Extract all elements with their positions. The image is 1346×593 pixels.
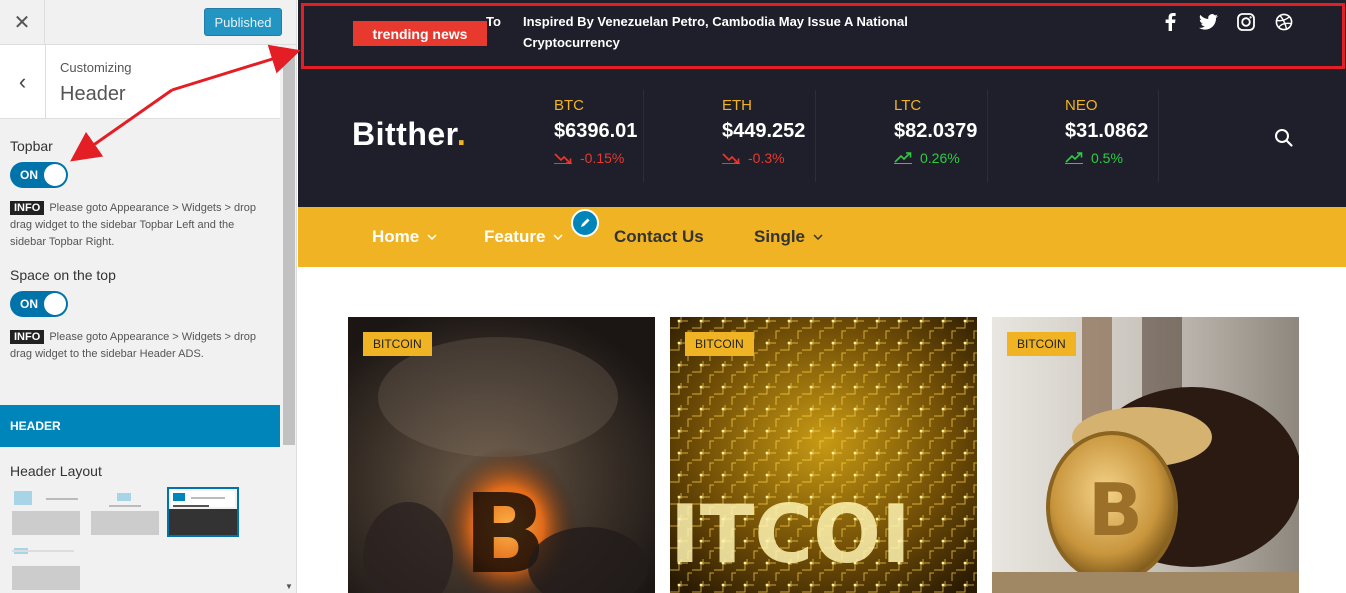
category-tag[interactable]: BITCOIN bbox=[363, 332, 432, 356]
coin-name: NEO bbox=[1065, 97, 1098, 114]
coin-name: BTC bbox=[554, 97, 584, 114]
space-top-toggle[interactable]: ON bbox=[10, 291, 68, 317]
post-card[interactable]: B BITCOIN bbox=[992, 317, 1299, 593]
category-tag[interactable]: BITCOIN bbox=[685, 332, 754, 356]
header-section-title[interactable]: HEADER bbox=[0, 405, 280, 447]
coin-change: 0.26% bbox=[894, 150, 1024, 166]
nav-item-contact[interactable]: Contact Us bbox=[614, 227, 704, 247]
trend-up-icon bbox=[1065, 152, 1083, 164]
trend-down-icon bbox=[554, 153, 572, 164]
back-icon[interactable]: ‹ bbox=[0, 45, 46, 119]
header-layout-option-1[interactable] bbox=[10, 487, 82, 537]
toggle-knob bbox=[44, 164, 66, 186]
coin-ticker-eth: ETH $449.252 -0.3% bbox=[722, 97, 852, 166]
toggle-state-text: ON bbox=[20, 297, 38, 311]
post-thumbnail: ITCOI bbox=[670, 317, 977, 593]
main-nav: Home Feature Contact Us Single bbox=[298, 207, 1346, 267]
sidebar-scrollbar[interactable]: ▼ bbox=[281, 45, 296, 593]
nav-label: Home bbox=[372, 227, 420, 246]
header-layout-option-3[interactable] bbox=[167, 487, 239, 537]
toggle-state-text: ON bbox=[20, 168, 38, 182]
header-layout-option-4[interactable] bbox=[10, 542, 82, 592]
scrollbar-thumb[interactable] bbox=[283, 55, 295, 445]
coin-price: $449.252 bbox=[722, 120, 806, 142]
post-card[interactable]: B BITCOIN bbox=[348, 317, 655, 593]
category-tag[interactable]: BITCOIN bbox=[1007, 332, 1076, 356]
edit-shortcut-pencil-icon[interactable] bbox=[571, 209, 599, 237]
coin-change: -0.15% bbox=[554, 150, 684, 166]
header-layout-label: Header Layout bbox=[10, 463, 102, 479]
info-badge: INFO bbox=[10, 330, 45, 344]
chevron-down-icon bbox=[553, 234, 563, 240]
coin-ticker-neo: NEO $31.0862 0.5% bbox=[1065, 97, 1195, 166]
topbar-info: INFO Please goto Appearance > Widgets > … bbox=[10, 200, 265, 251]
space-top-label: Space on the top bbox=[10, 267, 116, 283]
search-icon[interactable] bbox=[1274, 128, 1296, 150]
site-logo[interactable]: Bitther. bbox=[352, 116, 466, 153]
coin-change: -0.3% bbox=[722, 150, 852, 166]
coin-price: $82.0379 bbox=[894, 120, 978, 142]
chevron-down-icon bbox=[813, 234, 823, 240]
nav-item-single[interactable]: Single bbox=[754, 227, 823, 247]
ticker-divider bbox=[1158, 90, 1159, 182]
nav-item-feature[interactable]: Feature bbox=[484, 227, 563, 247]
scroll-down-arrow-icon[interactable]: ▼ bbox=[285, 582, 293, 591]
logo-dot: . bbox=[456, 116, 467, 152]
topbar-label: Topbar bbox=[10, 138, 53, 154]
svg-text:B: B bbox=[1088, 468, 1143, 552]
logo-text: Bitther bbox=[352, 116, 457, 152]
header-layout-option-2[interactable] bbox=[89, 487, 161, 537]
coin-price: $6396.01 bbox=[554, 120, 638, 142]
space-top-info: INFO Please goto Appearance > Widgets > … bbox=[10, 329, 265, 363]
coin-change: 0.5% bbox=[1065, 150, 1195, 166]
info-text: Please goto Appearance > Widgets > drop … bbox=[10, 331, 257, 360]
customizer-sidebar: ✕ Published ‹ Customizing Header ▼ Topba… bbox=[0, 0, 297, 593]
coin-change-value: 0.5% bbox=[1091, 150, 1123, 166]
info-badge: INFO bbox=[10, 201, 45, 215]
section-heading: ‹ Customizing Header bbox=[0, 45, 280, 119]
info-text: Please goto Appearance > Widgets > drop … bbox=[10, 202, 257, 248]
topbar-highlight-box bbox=[301, 3, 1345, 69]
close-icon[interactable]: ✕ bbox=[0, 0, 45, 45]
section-title: Header bbox=[60, 83, 126, 105]
trend-down-icon bbox=[722, 153, 740, 164]
site-preview: trending news To Inspired By Venezuelan … bbox=[298, 0, 1346, 593]
toggle-knob bbox=[44, 293, 66, 315]
ticker-divider bbox=[815, 90, 816, 182]
publish-button[interactable]: Published bbox=[204, 8, 282, 36]
coin-change-value: -0.3% bbox=[748, 150, 785, 166]
chevron-down-icon bbox=[427, 234, 437, 240]
nav-label: Single bbox=[754, 227, 806, 246]
svg-text:ITCOI: ITCOI bbox=[670, 488, 911, 581]
coin-ticker-btc: BTC $6396.01 -0.15% bbox=[554, 97, 684, 166]
post-card[interactable]: ITCOI BITCOIN bbox=[670, 317, 977, 593]
nav-label: Contact Us bbox=[614, 227, 704, 246]
nav-item-home[interactable]: Home bbox=[372, 227, 437, 247]
coin-change-value: 0.26% bbox=[920, 150, 960, 166]
coin-name: ETH bbox=[722, 97, 752, 114]
trend-up-icon bbox=[894, 152, 912, 164]
nav-label: Feature bbox=[484, 227, 546, 246]
ticker-divider bbox=[643, 90, 644, 182]
post-thumbnail: B bbox=[348, 317, 655, 593]
coin-name: LTC bbox=[894, 97, 922, 114]
coin-ticker-ltc: LTC $82.0379 0.26% bbox=[894, 97, 1024, 166]
coin-change-value: -0.15% bbox=[580, 150, 625, 166]
main-header: Bitther. BTC $6396.01 -0.15% ETH $449.25… bbox=[298, 72, 1346, 207]
customizer-header-bar: ✕ Published bbox=[0, 0, 296, 45]
topbar-toggle[interactable]: ON bbox=[10, 162, 68, 188]
breadcrumb: Customizing bbox=[60, 60, 132, 75]
ticker-divider bbox=[987, 90, 988, 182]
coin-price: $31.0862 bbox=[1065, 120, 1149, 142]
post-thumbnail: B bbox=[992, 317, 1299, 593]
